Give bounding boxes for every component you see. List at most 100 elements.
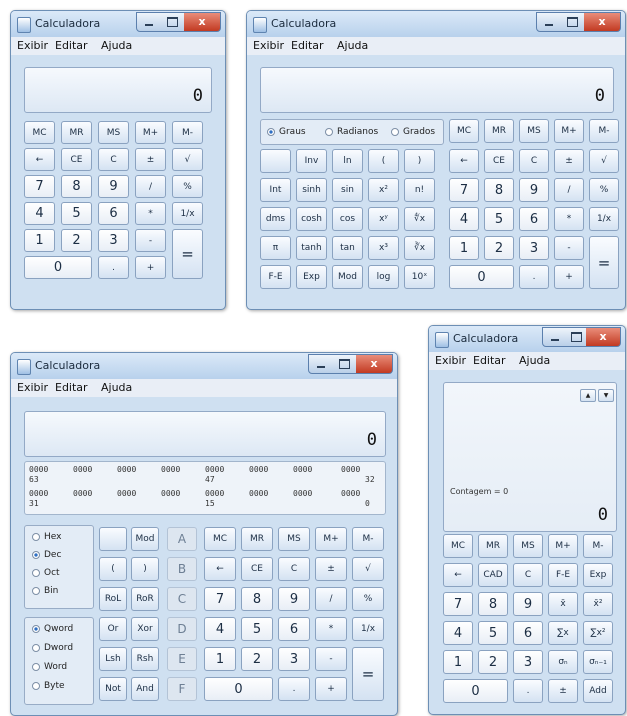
key-4-button[interactable]: 4	[443, 621, 473, 645]
key-ce-button[interactable]: CE	[484, 149, 514, 173]
radio-base-oct[interactable]: Oct	[32, 568, 60, 578]
key-tan-button[interactable]: tan	[332, 236, 363, 260]
menu-exibir[interactable]: Exibir	[435, 354, 466, 367]
close-button[interactable]: x	[584, 12, 621, 32]
key-plus-minus-button[interactable]: ±	[548, 679, 578, 703]
statistics-history[interactable]: ▲ ▼ Contagem = 0 0	[443, 382, 617, 532]
key-sqrt-button[interactable]: √	[352, 557, 384, 581]
title-bar[interactable]: Calculadora x	[247, 11, 625, 37]
key-f-e-button[interactable]: F-E	[548, 563, 578, 587]
key-4-button[interactable]: 4	[449, 207, 479, 231]
radio-word-dword[interactable]: Dword	[32, 643, 73, 653]
bit-group[interactable]: 0000	[29, 465, 48, 474]
key-5-button[interactable]: 5	[484, 207, 514, 231]
key-6-button[interactable]: 6	[519, 207, 549, 231]
close-button[interactable]: x	[356, 354, 393, 374]
key-ms-button[interactable]: MS	[513, 534, 543, 558]
key-m-plus-button[interactable]: M+	[315, 527, 347, 551]
key-plus-button[interactable]: +	[315, 677, 347, 701]
key-plus-minus-button[interactable]: ±	[135, 148, 166, 171]
key-8-button[interactable]: 8	[241, 587, 273, 611]
key-close-paren-button[interactable]: )	[404, 149, 435, 173]
key-1-button[interactable]: 1	[204, 647, 236, 671]
key-add-button[interactable]: Add	[583, 679, 613, 703]
key-lsh-button[interactable]: Lsh	[99, 647, 127, 671]
key-m-plus-button[interactable]: M+	[548, 534, 578, 558]
key-c-button[interactable]: C	[519, 149, 549, 173]
key-9-button[interactable]: 9	[519, 178, 549, 202]
key-minus-button[interactable]: -	[135, 229, 166, 252]
key-square-button[interactable]: x²	[368, 178, 399, 202]
key-cube-button[interactable]: x³	[368, 236, 399, 260]
key-2-button[interactable]: 2	[61, 229, 92, 252]
bit-group[interactable]: 0000	[29, 489, 48, 498]
key-plus-minus-button[interactable]: ±	[554, 149, 584, 173]
key-d-button[interactable]: D	[167, 617, 197, 641]
key-m-minus-button[interactable]: M-	[589, 119, 619, 143]
key-pi-button[interactable]: π	[260, 236, 291, 260]
key-power-button[interactable]: xʸ	[368, 207, 399, 231]
close-button[interactable]: x	[184, 12, 221, 32]
menu-ajuda[interactable]: Ajuda	[337, 39, 368, 52]
key-cube-root-button[interactable]: ∛x	[404, 236, 435, 260]
bit-group[interactable]: 0000	[341, 465, 360, 474]
key-decimal-button[interactable]: .	[278, 677, 310, 701]
key-0-button[interactable]: 0	[443, 679, 508, 703]
menu-ajuda[interactable]: Ajuda	[101, 39, 132, 52]
key-0-button[interactable]: 0	[449, 265, 514, 289]
key-equals-button[interactable]: =	[589, 236, 619, 289]
key-open-paren-button[interactable]: (	[368, 149, 399, 173]
key-ms-button[interactable]: MS	[278, 527, 310, 551]
key-f-e-button[interactable]: F-E	[260, 265, 291, 289]
key-3-button[interactable]: 3	[98, 229, 129, 252]
title-bar[interactable]: Calculadora x	[429, 326, 625, 352]
key-2-button[interactable]: 2	[241, 647, 273, 671]
key-tanh-button[interactable]: tanh	[296, 236, 327, 260]
radio-word-qword[interactable]: Qword	[32, 624, 73, 634]
key-mean-square-button[interactable]: x̄²	[583, 592, 613, 616]
key-ms-button[interactable]: MS	[519, 119, 549, 143]
key-inv-button[interactable]: Inv	[296, 149, 327, 173]
maximize-button[interactable]	[560, 12, 585, 32]
radio-word-word[interactable]: Word	[32, 662, 67, 672]
maximize-button[interactable]	[160, 12, 185, 32]
menu-exibir[interactable]: Exibir	[17, 381, 48, 394]
maximize-button[interactable]	[564, 327, 587, 347]
key-cosh-button[interactable]: cosh	[296, 207, 327, 231]
key-7-button[interactable]: 7	[24, 175, 55, 198]
key-backspace-button[interactable]: ←	[204, 557, 236, 581]
key-reciprocal-button[interactable]: 1/x	[352, 617, 384, 641]
menu-editar[interactable]: Editar	[55, 381, 88, 394]
key-ce-button[interactable]: CE	[241, 557, 273, 581]
history-up-arrow-icon[interactable]: ▲	[580, 389, 596, 402]
radio-base-hex[interactable]: Hex	[32, 532, 61, 542]
key-c-button[interactable]: C	[513, 563, 543, 587]
bit-group[interactable]: 0000	[161, 465, 180, 474]
key-8-button[interactable]: 8	[478, 592, 508, 616]
key-7-button[interactable]: 7	[204, 587, 236, 611]
key-4-button[interactable]: 4	[204, 617, 236, 641]
key-c-button[interactable]: C	[98, 148, 129, 171]
key-mr-button[interactable]: MR	[61, 121, 92, 144]
key-m-plus-button[interactable]: M+	[135, 121, 166, 144]
key-mc-button[interactable]: MC	[449, 119, 479, 143]
radio-radianos[interactable]: Radianos	[325, 127, 378, 137]
key-3-button[interactable]: 3	[513, 650, 543, 674]
key-sinh-button[interactable]: sinh	[296, 178, 327, 202]
key-6-button[interactable]: 6	[278, 617, 310, 641]
key-8-button[interactable]: 8	[484, 178, 514, 202]
key-backspace-button[interactable]: ←	[443, 563, 473, 587]
bit-group[interactable]: 0000	[293, 489, 312, 498]
key-m-minus-button[interactable]: M-	[352, 527, 384, 551]
key-factorial-button[interactable]: n!	[404, 178, 435, 202]
key-equals-button[interactable]: =	[352, 647, 384, 701]
key-xor-button[interactable]: Xor	[131, 617, 159, 641]
key-9-button[interactable]: 9	[98, 175, 129, 198]
menu-ajuda[interactable]: Ajuda	[101, 381, 132, 394]
bit-group[interactable]: 0000	[341, 489, 360, 498]
key-int-button[interactable]: Int	[260, 178, 291, 202]
key-2-button[interactable]: 2	[484, 236, 514, 260]
minimize-button[interactable]	[536, 12, 562, 32]
key-3-button[interactable]: 3	[278, 647, 310, 671]
key-7-button[interactable]: 7	[443, 592, 473, 616]
